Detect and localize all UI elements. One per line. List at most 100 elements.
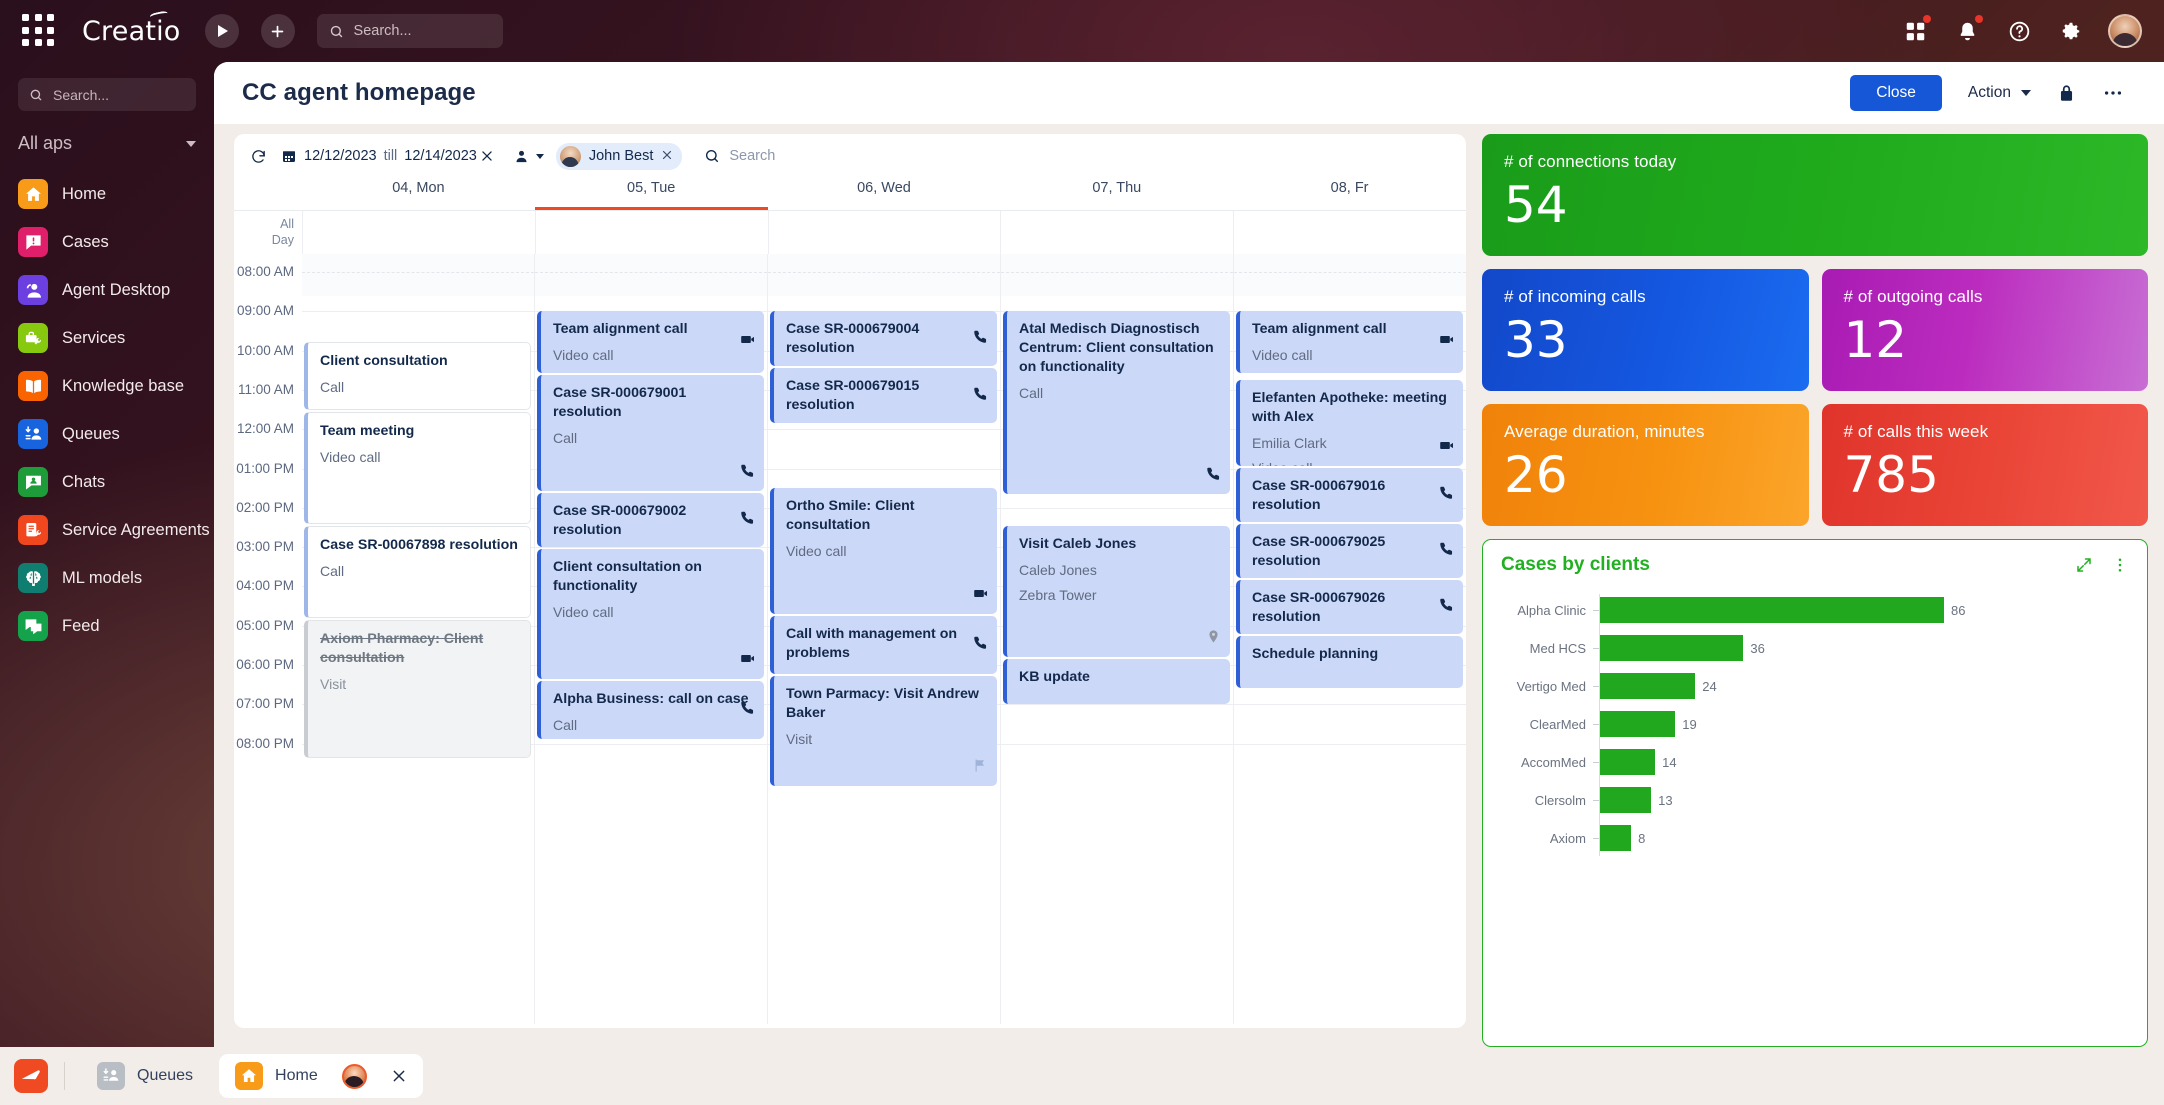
- calendar-event[interactable]: Schedule planning: [1236, 636, 1463, 688]
- calendar-day-header-3[interactable]: 06, Wed: [768, 178, 1001, 210]
- expand-icon[interactable]: [2075, 556, 2093, 574]
- refresh-icon[interactable]: [250, 148, 267, 165]
- creatio-logo[interactable]: Creatio: [82, 16, 181, 47]
- day-column-thu[interactable]: Atal Medisch Diagnostisch Centrum: Clien…: [1000, 254, 1233, 1024]
- chart-bar-row[interactable]: Axiom8: [1501, 820, 2129, 856]
- calendar-event[interactable]: Atal Medisch Diagnostisch Centrum: Clien…: [1003, 311, 1230, 494]
- owner-filter-dropdown[interactable]: [514, 149, 544, 164]
- taskbar-item-queues[interactable]: Queues: [81, 1054, 209, 1098]
- gear-icon[interactable]: [2056, 16, 2086, 46]
- event-title: Visit Caleb Jones: [1019, 535, 1219, 554]
- chart-bar: [1599, 749, 1655, 775]
- app-root: Creatio Search...: [0, 0, 2164, 1105]
- lock-icon[interactable]: [2057, 84, 2076, 103]
- calendar-event[interactable]: Alpha Business: call on caseCall: [537, 681, 764, 739]
- hour-gridline: [535, 547, 767, 548]
- sidebar-item-feed[interactable]: Feed: [0, 602, 214, 650]
- sidebar-item-chats[interactable]: Chats: [0, 458, 214, 506]
- close-icon[interactable]: [391, 1068, 407, 1084]
- date-range-filter[interactable]: 12/12/2023 till 12/14/2023: [281, 148, 477, 164]
- action-dropdown-button[interactable]: Action: [1968, 84, 2031, 102]
- global-search-input[interactable]: Search...: [317, 14, 503, 48]
- sidebar-item-knowledge-base[interactable]: Knowledge base: [0, 362, 214, 410]
- calendar-search-input[interactable]: Search: [704, 148, 775, 164]
- chart-bar-row[interactable]: Alpha Clinic86: [1501, 592, 2129, 628]
- calendar-event[interactable]: Team alignment callVideo call: [1236, 311, 1463, 373]
- calendar-day-header-2[interactable]: 05, Tue: [535, 178, 768, 210]
- calendar-event[interactable]: Ortho Smile: Client consultationVideo ca…: [770, 488, 997, 614]
- calendar-event[interactable]: Case SR-000679015 resolution: [770, 368, 997, 423]
- sidebar-item-services[interactable]: Services: [0, 314, 214, 362]
- all-day-label: All Day: [234, 211, 302, 255]
- calendar-event[interactable]: Client consultation on functionalityVide…: [537, 549, 764, 679]
- all-day-cell[interactable]: [1233, 211, 1466, 254]
- play-icon[interactable]: [205, 14, 239, 48]
- calendar-event[interactable]: Case SR-000679026 resolution: [1236, 580, 1463, 634]
- calendar-event[interactable]: Case SR-000679016 resolution: [1236, 468, 1463, 522]
- sidebar-item-agent-desktop[interactable]: Agent Desktop: [0, 266, 214, 314]
- chart-bar-row[interactable]: Clersolm13: [1501, 782, 2129, 818]
- event-subtitle: Call: [553, 429, 753, 448]
- day-column-wed[interactable]: Case SR-000679004 resolutionCase SR-0006…: [767, 254, 1000, 1024]
- kpi-incoming-calls[interactable]: # of incoming calls 33: [1482, 269, 1809, 391]
- all-day-cell[interactable]: [768, 211, 1001, 254]
- calendar-event[interactable]: Case SR-000679004 resolution: [770, 311, 997, 366]
- kpi-connections-today[interactable]: # of connections today 54: [1482, 134, 2148, 256]
- kpi-calls-this-week[interactable]: # of calls this week 785: [1822, 404, 2149, 526]
- creatio-logo-icon[interactable]: [14, 1059, 48, 1093]
- calendar-day-header-5[interactable]: 08, Fr: [1233, 178, 1466, 210]
- chart-bar-row[interactable]: ClearMed19: [1501, 706, 2129, 742]
- all-day-cell[interactable]: [1000, 211, 1233, 254]
- bell-icon[interactable]: [1952, 16, 1982, 46]
- calendar-event[interactable]: Case SR-00067898 resolutionCall: [304, 526, 531, 618]
- day-column-fri[interactable]: Team alignment callVideo call Elefanten A…: [1233, 254, 1466, 1024]
- kpi-average-duration[interactable]: Average duration, minutes 26: [1482, 404, 1809, 526]
- calendar-event[interactable]: Visit Caleb JonesCaleb JonesZebra Tower: [1003, 526, 1230, 657]
- calendar-event[interactable]: Team alignment callVideo call: [537, 311, 764, 373]
- kpi-value: 33: [1504, 315, 1787, 365]
- calendar-scroll-area[interactable]: 08:00 AM09:00 AM10:00 AM11:00 AM12:00 AM…: [234, 254, 1466, 1024]
- calendar-event[interactable]: Case SR-000679025 resolution: [1236, 524, 1463, 578]
- calendar-event[interactable]: Call with management on problems: [770, 616, 997, 674]
- non-working-shade: [1234, 254, 1466, 296]
- user-avatar[interactable]: [2108, 14, 2142, 48]
- sidebar-search-input[interactable]: Search...: [18, 78, 196, 111]
- help-icon[interactable]: [2004, 16, 2034, 46]
- hour-gridline: [1001, 508, 1233, 509]
- calendar-event[interactable]: Client consultationCall: [304, 342, 531, 410]
- chart-bar-row[interactable]: Med HCS36: [1501, 630, 2129, 666]
- close-button[interactable]: Close: [1850, 75, 1942, 111]
- day-column-tue[interactable]: Team alignment callVideo callCase SR-000…: [534, 254, 767, 1024]
- calendar-event[interactable]: Team meetingVideo call: [304, 412, 531, 524]
- calendar-event[interactable]: Case SR-000679001 resolutionCall: [537, 375, 764, 491]
- all-apps-dropdown[interactable]: All aps: [18, 133, 196, 154]
- all-day-cell[interactable]: [535, 211, 768, 254]
- sidebar-item-cases[interactable]: Cases: [0, 218, 214, 266]
- calendar-event[interactable]: Axiom Pharmacy: Client consultationVisit: [304, 620, 531, 758]
- more-horizontal-icon[interactable]: [2102, 82, 2124, 104]
- remove-owner-icon[interactable]: [661, 148, 673, 164]
- calendar-day-header-1[interactable]: 04, Mon: [302, 178, 535, 210]
- owner-chip[interactable]: John Best: [556, 143, 683, 170]
- more-vertical-icon[interactable]: [2111, 556, 2129, 574]
- apps-grid-icon[interactable]: [22, 14, 56, 48]
- calendar-event[interactable]: Town Parmacy: Visit Andrew BakerVisit: [770, 676, 997, 786]
- sidebar-item-ml-models[interactable]: ML models: [0, 554, 214, 602]
- taskbar-item-home[interactable]: Home: [219, 1054, 423, 1098]
- sidebar-item-queues[interactable]: Queues: [0, 410, 214, 458]
- calendar-event[interactable]: Case SR-000679002 resolution: [537, 493, 764, 547]
- kpi-row-2: Average duration, minutes 26 # of calls …: [1482, 404, 2148, 526]
- calendar-event[interactable]: KB update: [1003, 659, 1230, 704]
- clear-date-filter-icon[interactable]: [480, 149, 494, 163]
- all-day-cell[interactable]: [302, 211, 535, 254]
- day-column-mon[interactable]: Client consultationCallTeam meetingVideo…: [302, 254, 534, 1024]
- calendar-event[interactable]: Elefanten Apotheke: meeting with AlexEmi…: [1236, 380, 1463, 466]
- chart-bar-row[interactable]: Vertigo Med24: [1501, 668, 2129, 704]
- kpi-outgoing-calls[interactable]: # of outgoing calls 12: [1822, 269, 2149, 391]
- chart-bar-row[interactable]: AccomMed14: [1501, 744, 2129, 780]
- marketplace-icon[interactable]: [1900, 16, 1930, 46]
- calendar-day-header-4[interactable]: 07, Thu: [1000, 178, 1233, 210]
- plus-icon[interactable]: [261, 14, 295, 48]
- sidebar-item-home[interactable]: Home: [0, 170, 214, 218]
- sidebar-item-service-agreements[interactable]: Service Agreements: [0, 506, 214, 554]
